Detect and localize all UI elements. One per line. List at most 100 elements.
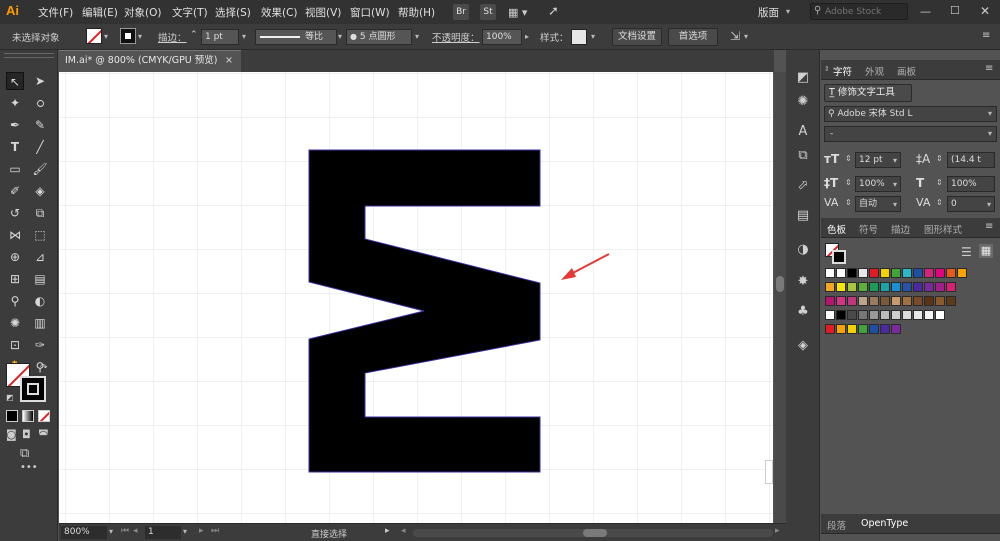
first-artboard-icon[interactable]: ⏮ — [121, 526, 129, 536]
font-family-field[interactable]: ⚲ Adobe 宋体 Std L — [824, 106, 997, 122]
layers-icon[interactable]: ◈ — [793, 336, 813, 356]
stroke-color-box[interactable] — [20, 376, 46, 402]
eraser-tool-icon[interactable]: ◈ — [31, 182, 49, 200]
menu-select[interactable]: 选择(S) — [215, 5, 251, 20]
bridge-button[interactable]: Br — [453, 4, 469, 20]
arrange-icon[interactable]: ⇲ — [730, 29, 740, 43]
color-swatch[interactable] — [836, 296, 846, 306]
fill-dropdown-icon[interactable]: ▾ — [104, 32, 108, 41]
close-tab-icon[interactable]: × — [225, 51, 233, 71]
gradient-mode-icon[interactable] — [22, 410, 34, 422]
line-segment-tool-icon[interactable]: ╱ — [31, 138, 49, 156]
color-swatch[interactable] — [825, 296, 835, 306]
mesh-tool-icon[interactable]: ⊞ — [6, 270, 24, 288]
list-view-icon[interactable]: ☰ — [961, 245, 972, 259]
color-swatch[interactable] — [913, 282, 923, 292]
tracking-stepper-icon[interactable]: ⇕ — [936, 198, 943, 207]
rotate-tool-icon[interactable]: ↺ — [6, 204, 24, 222]
color-swatch[interactable] — [891, 268, 901, 278]
brushes-icon[interactable]: ✸ — [793, 272, 813, 292]
vertical-scrollbar[interactable] — [774, 72, 786, 523]
tab-appearance[interactable]: 外观 — [865, 64, 884, 78]
links-icon[interactable]: ⧉ — [793, 146, 813, 166]
tab-graphic-styles[interactable]: 图形样式 — [924, 222, 962, 236]
touch-type-tool-button[interactable]: T̲ 修饰文字工具 — [824, 84, 912, 102]
color-swatch[interactable] — [935, 282, 945, 292]
color-swatch[interactable] — [902, 296, 912, 306]
gradient-tool-icon[interactable]: ▤ — [31, 270, 49, 288]
curvature-tool-icon[interactable]: ✎ — [31, 116, 49, 134]
tab-stroke[interactable]: 描边 — [891, 222, 910, 236]
panel-menu-icon[interactable]: ≡ — [982, 30, 990, 41]
color-mode-icon[interactable] — [6, 410, 18, 422]
arrange-documents-icon[interactable]: ▦ ▾ — [508, 6, 532, 19]
horizontal-scale-stepper-icon[interactable]: ⇕ — [936, 178, 943, 187]
color-swatch[interactable] — [847, 268, 857, 278]
color-swatch[interactable] — [836, 310, 846, 320]
arrange-dropdown-icon[interactable]: ▾ — [744, 32, 748, 41]
direct-selection-tool-icon[interactable]: ➤ — [31, 72, 49, 90]
swatch-stroke-indicator[interactable] — [832, 250, 846, 264]
color-swatch[interactable] — [924, 268, 934, 278]
selection-tool-icon[interactable]: ↖ — [6, 72, 24, 90]
next-artboard-icon[interactable]: ▸ — [199, 526, 204, 536]
color-swatch[interactable] — [869, 282, 879, 292]
symbol-sprayer-tool-icon[interactable]: ✺ — [6, 314, 24, 332]
menu-file[interactable]: 文件(F) — [38, 5, 73, 20]
brush-dropdown-icon[interactable]: ▾ — [415, 32, 419, 41]
color-swatch[interactable] — [847, 296, 857, 306]
paintbrush-tool-icon[interactable]: 🖌 — [31, 160, 49, 178]
eyedropper-tool-icon[interactable]: ⚲ — [6, 292, 24, 310]
font-family-dropdown-icon[interactable]: ▾ — [988, 109, 992, 118]
document-tab[interactable]: IM.ai* @ 800% (CMYK/GPU 预览) × — [59, 50, 241, 72]
preferences-button[interactable]: 首选项 — [668, 28, 718, 46]
maximize-icon[interactable]: ☐ — [950, 4, 960, 17]
draw-behind-icon[interactable]: ◘ — [22, 428, 31, 441]
opacity-label[interactable]: 不透明度： — [432, 30, 480, 44]
color-swatch[interactable] — [913, 296, 923, 306]
stroke-weight-field[interactable]: 1 pt — [201, 29, 239, 45]
toolbar-grip[interactable] — [4, 53, 54, 58]
color-swatch[interactable] — [858, 310, 868, 320]
last-artboard-icon[interactable]: ⏭ — [211, 526, 219, 536]
color-swatch[interactable] — [924, 296, 934, 306]
stroke-swatch[interactable] — [120, 28, 136, 44]
swap-fill-stroke-icon[interactable]: ↷ — [40, 363, 48, 373]
width-tool-icon[interactable]: ⋈ — [6, 226, 24, 244]
font-style-dropdown-icon[interactable]: ▾ — [988, 129, 992, 138]
color-swatch[interactable] — [935, 310, 945, 320]
color-swatch[interactable] — [902, 310, 912, 320]
kerning-stepper-icon[interactable]: ⇕ — [845, 198, 852, 207]
character-panel-menu-icon[interactable]: ≡ — [985, 63, 993, 74]
vertical-scroll-thumb[interactable] — [776, 276, 784, 292]
draw-normal-icon[interactable]: ◙ — [6, 428, 17, 441]
artboard-dropdown-icon[interactable]: ▾ — [183, 527, 187, 536]
chevron-down-icon[interactable]: ▾ — [786, 7, 790, 16]
menu-object[interactable]: 对象(O) — [124, 5, 161, 20]
shaper-tool-icon[interactable]: ✐ — [6, 182, 24, 200]
slice-tool-icon[interactable]: ✑ — [31, 336, 49, 354]
swatches-panel-menu-icon[interactable]: ≡ — [985, 221, 993, 232]
screen-mode-icon[interactable]: ⧉ — [20, 446, 29, 461]
stroke-stepper-icon[interactable]: ⌃ — [190, 30, 198, 40]
perspective-grid-tool-icon[interactable]: ⊿ — [31, 248, 49, 266]
stock-search-input[interactable] — [825, 5, 907, 18]
color-swatch[interactable] — [935, 268, 945, 278]
color-swatch[interactable] — [836, 268, 846, 278]
color-swatch[interactable] — [869, 324, 879, 334]
export-icon[interactable]: ⬀ — [793, 176, 813, 196]
font-size-stepper-icon[interactable]: ⇕ — [845, 154, 852, 163]
color-swatch[interactable] — [880, 324, 890, 334]
column-graph-tool-icon[interactable]: ▥ — [31, 314, 49, 332]
type-tool-icon[interactable]: T — [6, 138, 24, 156]
stock-search-box[interactable]: ⚲ — [810, 3, 908, 20]
color-swatch[interactable] — [847, 310, 857, 320]
menu-edit[interactable]: 编辑(E) — [82, 5, 118, 20]
color-swatch[interactable] — [902, 282, 912, 292]
color-swatch[interactable] — [880, 282, 890, 292]
color-swatch[interactable] — [825, 282, 835, 292]
opacity-field[interactable]: 100% — [482, 29, 522, 45]
color-swatch[interactable] — [858, 296, 868, 306]
color-swatch[interactable] — [891, 324, 901, 334]
leading-stepper-icon[interactable]: ⇕ — [936, 154, 943, 163]
